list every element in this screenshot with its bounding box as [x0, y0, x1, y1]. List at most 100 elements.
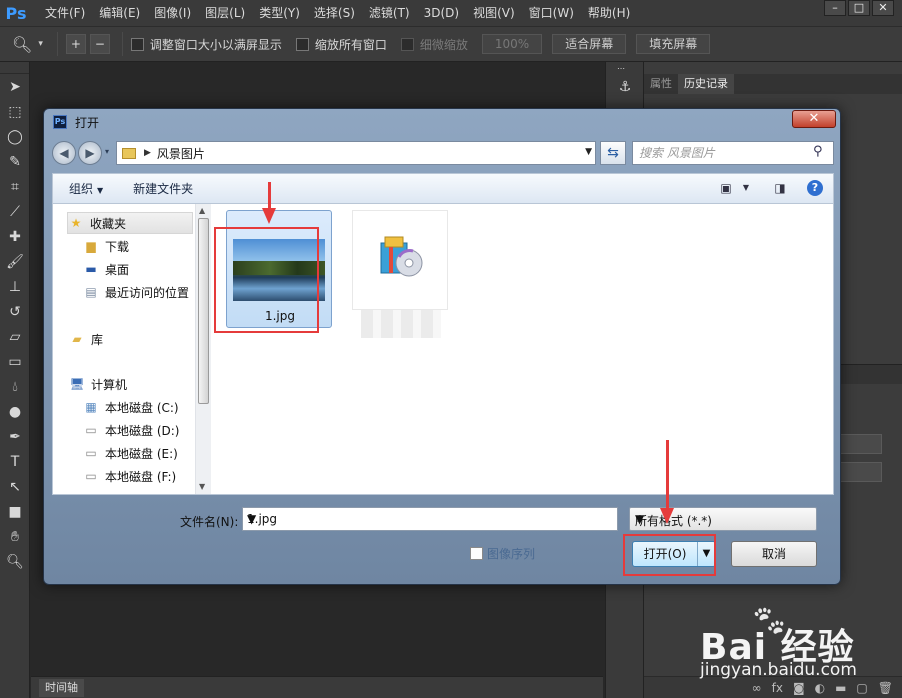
move-tool-icon[interactable]: ➤: [0, 74, 30, 99]
filetype-select[interactable]: 所有格式 (*.*) ▼: [629, 507, 817, 531]
history-brush-tool-icon[interactable]: ↺: [0, 299, 30, 324]
zoom-tool-icon[interactable]: 🔍︎: [0, 549, 30, 574]
organize-menu[interactable]: 组织 ▼: [69, 180, 103, 197]
fill-screen-button[interactable]: 填充屏幕: [636, 34, 711, 54]
dialog-body: ★ 收藏夹 ▆ 下载 ▬ 桌面 ▤ 最近访问的位置 ▰ 库 🖥︎ 计算机 ▦ 本…: [52, 203, 834, 495]
help-icon[interactable]: ?: [807, 180, 823, 196]
back-button[interactable]: ◀: [52, 141, 76, 165]
nav-downloads[interactable]: ▆ 下载: [83, 235, 129, 257]
timeline-tab[interactable]: 时间轴: [39, 679, 84, 697]
view-options-caret-icon[interactable]: ▼: [737, 179, 755, 197]
file-item-installer[interactable]: [352, 210, 448, 310]
history-panel-icon[interactable]: ⚓︎: [610, 74, 640, 99]
new-folder-button[interactable]: 新建文件夹: [133, 180, 193, 197]
healing-brush-tool-icon[interactable]: ✚: [0, 224, 30, 249]
zoom-all-checkbox[interactable]: 缩放所有窗口: [295, 36, 387, 53]
checkbox-box[interactable]: [130, 37, 144, 51]
lasso-tool-icon[interactable]: ◯: [0, 124, 30, 149]
nav-drive-d[interactable]: ▭ 本地磁盘 (D:): [83, 419, 179, 441]
refresh-button[interactable]: ⇆: [600, 141, 626, 165]
tab-history[interactable]: 历史记录: [678, 74, 734, 94]
menu-image[interactable]: 图像(I): [147, 0, 198, 26]
minimize-button[interactable]: –: [824, 0, 846, 16]
drive-icon: ▭: [85, 469, 97, 483]
blur-tool-icon[interactable]: 💧︎: [0, 374, 30, 399]
navigation-scrollbar[interactable]: ▲ ▼: [195, 204, 211, 494]
path-select-tool-icon[interactable]: ↖: [0, 474, 30, 499]
forward-button[interactable]: ▶: [78, 141, 102, 165]
eraser-tool-icon[interactable]: ▱: [0, 324, 30, 349]
menu-layer[interactable]: 图层(L): [198, 0, 252, 26]
dialog-titlebar[interactable]: Ps 打开 ✕: [44, 109, 840, 135]
crop-tool-icon[interactable]: ⌗: [0, 174, 30, 199]
address-bar[interactable]: ▶ 风景图片 ▼: [116, 141, 596, 165]
brush-tool-icon[interactable]: 🖌︎: [0, 249, 30, 274]
menu-file[interactable]: 文件(F): [38, 0, 92, 26]
hand-tool-icon[interactable]: ✋︎: [0, 524, 30, 549]
change-view-icon[interactable]: ▣: [717, 179, 735, 197]
menu-filter[interactable]: 滤镜(T): [362, 0, 417, 26]
menu-window[interactable]: 窗口(W): [522, 0, 581, 26]
options-bar: 🔍︎ ▾ + − 调整窗口大小以满屏显示 缩放所有窗口 细微缩放 100% 适合…: [0, 26, 902, 62]
fit-screen-button[interactable]: 适合屏幕: [552, 34, 627, 54]
dodge-tool-icon[interactable]: ●: [0, 399, 30, 424]
close-app-button[interactable]: ✕: [872, 0, 894, 16]
search-icon[interactable]: ⚲: [813, 144, 829, 160]
zoom-out-icon[interactable]: −: [89, 34, 110, 54]
menu-view[interactable]: 视图(V): [466, 0, 522, 26]
zoom-in-icon[interactable]: +: [65, 34, 86, 54]
nav-drive-f[interactable]: ▭ 本地磁盘 (F:): [83, 465, 176, 487]
scroll-up-icon[interactable]: ▲: [199, 206, 205, 215]
dialog-close-button[interactable]: ✕: [792, 110, 836, 128]
breadcrumb-separator-icon[interactable]: ▶: [144, 148, 151, 158]
search-input[interactable]: [639, 145, 809, 161]
quick-select-tool-icon[interactable]: ✎: [0, 149, 30, 174]
image-sequence-checkbox[interactable]: 图像序列: [470, 545, 535, 562]
baidu-jingyan-watermark: 🐾︎ Bai 经验 jingyan.baidu.com: [700, 600, 900, 696]
filename-input[interactable]: 1.jpg ▼: [242, 507, 618, 531]
maximize-button[interactable]: □: [848, 0, 870, 16]
nav-drive-e[interactable]: ▭ 本地磁盘 (E:): [83, 442, 178, 464]
scroll-down-icon[interactable]: ▼: [199, 482, 205, 491]
nav-recent-label: 最近访问的位置: [105, 285, 190, 300]
clone-stamp-tool-icon[interactable]: ⊥: [0, 274, 30, 299]
nav-libraries[interactable]: ▰ 库: [69, 328, 103, 350]
pen-tool-icon[interactable]: ✒︎: [0, 424, 30, 449]
menu-3d[interactable]: 3D(D): [417, 0, 466, 26]
nav-drive-c[interactable]: ▦ 本地磁盘 (C:): [83, 396, 178, 418]
recent-locations-caret-icon[interactable]: ▾: [105, 147, 109, 156]
panel-grip[interactable]: [0, 62, 29, 74]
filename-history-dropdown-icon[interactable]: ▼: [247, 512, 613, 526]
photoshop-app-icon: Ps: [53, 115, 67, 129]
dialog-title: 打开: [75, 115, 100, 130]
search-box[interactable]: ⚲: [632, 141, 834, 165]
nav-desktop[interactable]: ▬ 桌面: [83, 258, 129, 280]
recent-places-icon: ▤: [85, 285, 97, 299]
nav-recent-places[interactable]: ▤ 最近访问的位置: [83, 281, 189, 303]
scrollbar-thumb[interactable]: [198, 218, 209, 404]
checkbox-box[interactable]: [470, 547, 483, 560]
menu-type[interactable]: 类型(Y): [252, 0, 307, 26]
breadcrumb-current-folder[interactable]: 风景图片: [157, 145, 205, 162]
nav-favorites-label: 收藏夹: [90, 216, 127, 231]
menu-edit[interactable]: 编辑(E): [92, 0, 147, 26]
shape-tool-icon[interactable]: ■: [0, 499, 30, 524]
checkbox-box[interactable]: [295, 37, 309, 51]
eyedropper-tool-icon[interactable]: ⟋: [0, 199, 30, 224]
resize-windows-checkbox[interactable]: 调整窗口大小以满屏显示: [130, 36, 282, 53]
cancel-button[interactable]: 取消: [731, 541, 817, 567]
menu-help[interactable]: 帮助(H): [581, 0, 637, 26]
nav-drive-e-label: 本地磁盘 (E:): [105, 446, 178, 461]
nav-favorites[interactable]: ★ 收藏夹: [67, 212, 193, 234]
type-tool-icon[interactable]: T: [0, 449, 30, 474]
zoom-tool-icon[interactable]: 🔍︎: [12, 35, 32, 54]
address-dropdown-icon[interactable]: ▼: [585, 147, 592, 157]
tab-properties[interactable]: 属性: [644, 74, 678, 94]
gradient-tool-icon[interactable]: ▭: [0, 349, 30, 374]
marquee-tool-icon[interactable]: ⬚: [0, 99, 30, 124]
tool-preset-caret-icon[interactable]: ▾: [38, 39, 43, 49]
panel-grip[interactable]: ⋯: [606, 62, 636, 74]
nav-computer[interactable]: 🖥︎ 计算机: [69, 373, 127, 395]
menu-select[interactable]: 选择(S): [307, 0, 362, 26]
preview-pane-icon[interactable]: ◨: [771, 179, 789, 197]
